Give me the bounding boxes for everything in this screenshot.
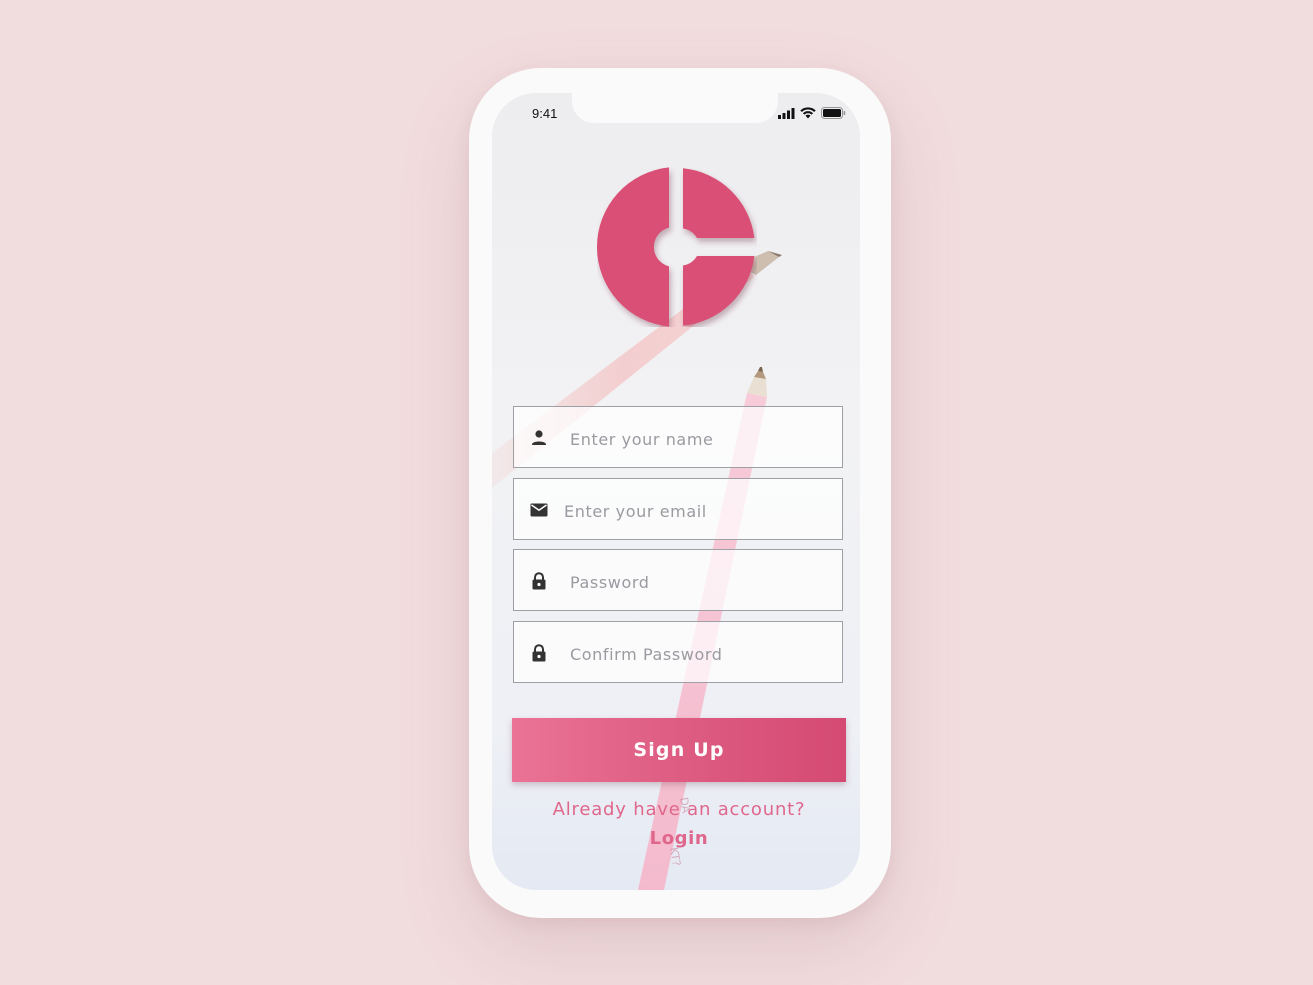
login-link[interactable]: Login [492, 828, 860, 849]
battery-icon [821, 107, 846, 119]
wifi-icon [800, 107, 816, 119]
phone-frame: DA KT? 9:41 Enter your name Enter your e… [469, 68, 891, 918]
mockup-stage: DA KT? 9:41 Enter your name Enter your e… [0, 0, 1313, 985]
sign-up-button[interactable]: Sign Up [512, 718, 846, 782]
password-field[interactable] [513, 549, 843, 611]
svg-text:KT?: KT? [667, 846, 683, 867]
name-input[interactable] [568, 421, 832, 457]
brand-logo-icon [597, 167, 755, 327]
already-have-account-text: Already have an account? [552, 799, 806, 820]
lock-icon [532, 644, 546, 662]
envelope-icon [530, 503, 548, 517]
cellular-signal-icon [778, 107, 795, 119]
status-time: 9:41 [532, 106, 558, 121]
email-input[interactable] [562, 493, 826, 529]
confirm-password-input[interactable] [568, 636, 832, 672]
lock-icon [532, 572, 546, 590]
device-notch [572, 93, 778, 123]
person-icon [532, 430, 546, 445]
status-icons [778, 107, 846, 119]
password-input[interactable] [568, 564, 832, 600]
name-field[interactable] [513, 406, 843, 468]
email-field[interactable] [513, 478, 843, 540]
app-screen: DA KT? 9:41 Enter your name Enter your e… [492, 93, 860, 890]
confirm-password-field[interactable] [513, 621, 843, 683]
